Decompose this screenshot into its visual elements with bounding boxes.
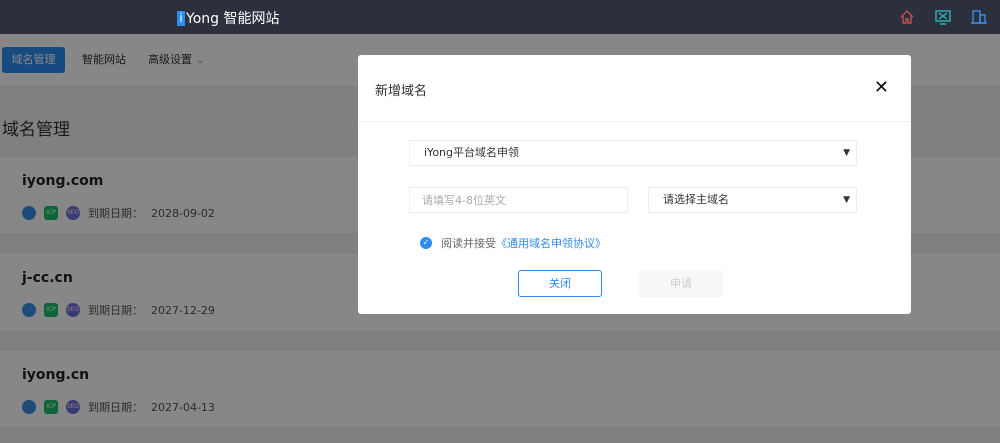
select-value: iYong平台域名申领 bbox=[424, 146, 519, 159]
brand-name: Yong 智能网站 bbox=[186, 11, 280, 27]
add-domain-modal: 新增域名 ✕ iYong平台域名申领 ▼ 请选择主域名 ▼ ✓ 阅读并接受《通用域名… bbox=[358, 55, 911, 314]
logo-i: i bbox=[177, 10, 185, 26]
brand-logo: i Yong 智能网站 bbox=[177, 8, 279, 28]
agree-checkbox[interactable]: ✓ bbox=[420, 237, 432, 249]
select-value: 请选择主域名 bbox=[663, 193, 729, 206]
home-icon[interactable] bbox=[898, 8, 916, 26]
apply-button[interactable]: 申请 bbox=[639, 270, 723, 297]
chevron-down-icon: ▼ bbox=[843, 148, 850, 158]
modal-title: 新增域名 bbox=[375, 84, 428, 99]
monitor-icon[interactable] bbox=[934, 8, 952, 26]
domain-prefix-input[interactable] bbox=[409, 187, 628, 213]
chevron-down-icon: ▼ bbox=[843, 195, 850, 205]
close-button[interactable]: 关闭 bbox=[518, 270, 602, 297]
top-header: i Yong 智能网站 bbox=[0, 0, 1000, 34]
agree-text: 阅读并接受 bbox=[441, 237, 496, 250]
close-icon[interactable]: ✕ bbox=[874, 77, 889, 98]
building-icon[interactable] bbox=[970, 8, 988, 26]
main-domain-select[interactable]: 请选择主域名 ▼ bbox=[648, 187, 857, 213]
domain-type-select[interactable]: iYong平台域名申领 ▼ bbox=[409, 140, 857, 166]
agreement-link[interactable]: 《通用域名申领协议》 bbox=[496, 237, 606, 250]
